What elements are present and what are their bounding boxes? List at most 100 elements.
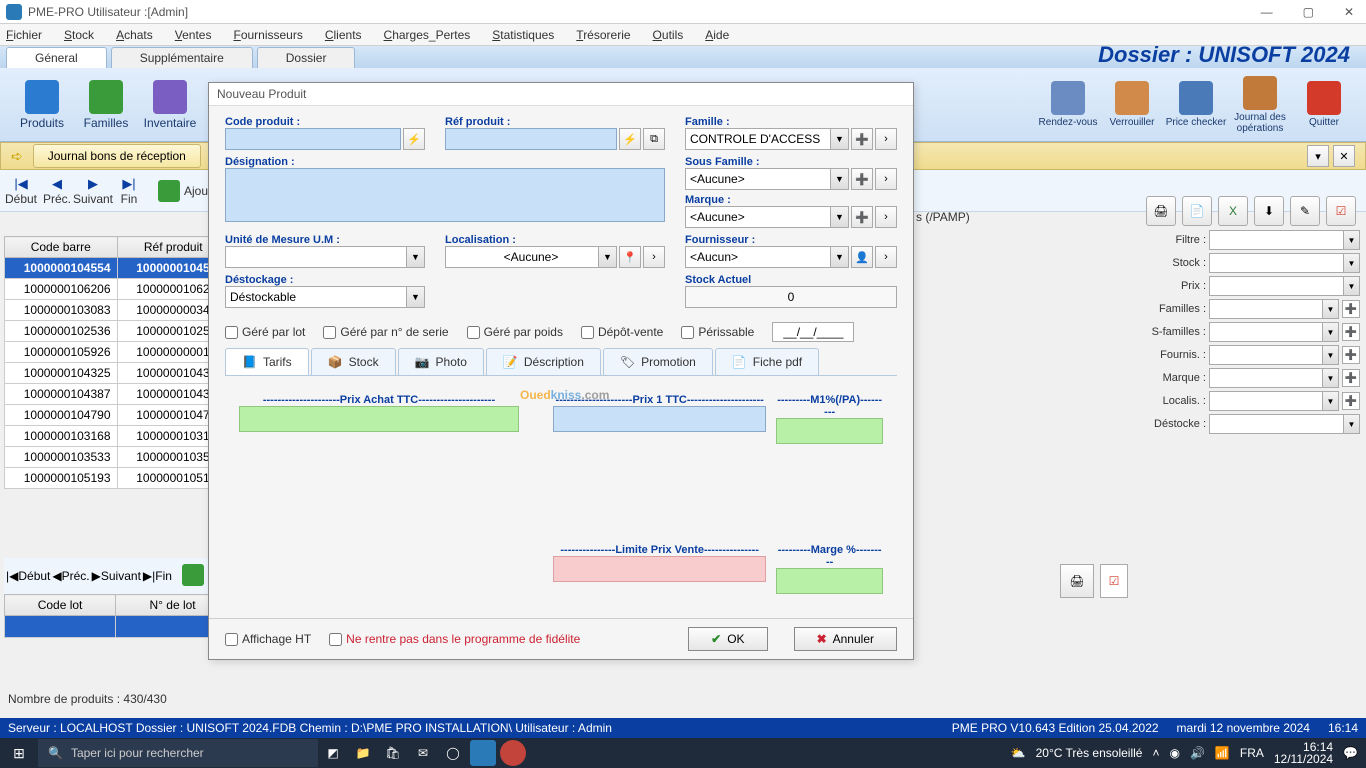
tab-promotion[interactable]: 🏷Promotion [603,348,713,375]
input-limite[interactable] [553,556,766,582]
tab-fiche pdf[interactable]: 📄Fiche pdf [715,348,819,375]
filter-extra-icon[interactable]: ➕ [1342,323,1360,341]
code-bolt-button[interactable]: ⚡ [403,128,425,150]
filter-extra-icon[interactable]: ➕ [1342,300,1360,318]
select-fournisseur[interactable]: <Aucun>▼ [685,246,849,268]
filter-select[interactable]: ▼ [1209,299,1339,319]
explorer-icon[interactable]: 📁 [350,740,376,766]
close-button[interactable]: ✕ [1338,5,1360,19]
table-row[interactable]: 10000001025361000000102536 [5,321,230,342]
tab-déscription[interactable]: 📝Déscription [486,348,601,375]
table-row[interactable]: 10000001043251000000104325 [5,363,230,384]
filter-select[interactable]: ▼ [1209,230,1360,250]
check-fidelite[interactable]: Ne rentre pas dans le programme de fidél… [329,632,580,646]
lotnav-suivant[interactable]: ▶Suivant [92,569,141,583]
filter-select[interactable]: ▼ [1209,276,1360,296]
table-row[interactable]: 10000001051931000000105193 [5,468,230,489]
ref-copy-button[interactable]: ⧉ [643,128,665,150]
toolbar-quitter[interactable]: Quitter [1292,81,1356,128]
input-code[interactable] [225,128,401,150]
brush-icon[interactable]: ✎ [1290,196,1320,226]
input-marge[interactable] [776,568,883,594]
check-g-r-par-lot[interactable]: Géré par lot [225,325,305,339]
toolbar-price-checker[interactable]: Price checker [1164,81,1228,128]
menu-statistiques[interactable]: Statistiques [492,28,554,42]
lotnav-préc[interactable]: ◀Préc. [52,569,89,583]
subbar-dropdown-button[interactable]: ▾ [1307,145,1329,167]
select-sousfamille[interactable]: <Aucune>▼ [685,168,849,190]
mail-icon[interactable]: ✉ [410,740,436,766]
menu-ventes[interactable]: Ventes [175,28,212,42]
tray-wifi-icon[interactable]: 📶 [1215,746,1230,760]
toolbar-familles[interactable]: Familles [74,80,138,130]
check-icon[interactable]: ☑ [1326,196,1356,226]
lot-row[interactable] [5,616,230,638]
filter-select[interactable]: ▼ [1209,391,1339,411]
toolbar-rendez-vous[interactable]: Rendez-vous [1036,81,1100,128]
filter-select[interactable]: ▼ [1209,345,1339,365]
marque-go-button[interactable]: › [875,206,897,228]
fournisseur-go-button[interactable]: › [875,246,897,268]
menu-aide[interactable]: Aide [705,28,729,42]
download-icon[interactable]: ⬇ [1254,196,1284,226]
nav-préc[interactable]: ◀Préc. [40,176,74,206]
select-localisation[interactable]: <Aucune>▼ [445,246,617,268]
col-codelot[interactable]: Code lot [5,595,116,616]
tray-viber-icon[interactable]: ◉ [1169,746,1179,760]
tray-lang[interactable]: FRA [1240,746,1264,760]
table-row[interactable]: 10000001031681000000103168 [5,426,230,447]
check-g-r-par-n-de-serie[interactable]: Géré par n° de serie [323,325,448,339]
input-ref[interactable] [445,128,617,150]
sousfamille-go-button[interactable]: › [875,168,897,190]
minimize-button[interactable]: — [1255,5,1279,19]
export-icon[interactable]: 📄 [1182,196,1212,226]
toolbar-verrouiller[interactable]: Verrouiller [1100,81,1164,128]
menu-clients[interactable]: Clients [325,28,362,42]
tab-general[interactable]: Géneral [6,47,107,68]
lot-add-button[interactable] [174,564,204,589]
maximize-button[interactable]: ▢ [1297,5,1320,19]
select-destockage[interactable]: Déstockable▼ [225,286,425,308]
famille-go-button[interactable]: › [875,128,897,150]
table-row[interactable]: 10000001035331000000103533 [5,447,230,468]
menu-achats[interactable]: Achats [116,28,153,42]
filter-extra-icon[interactable]: ➕ [1342,369,1360,387]
toolbar-produits[interactable]: Produits [10,80,74,130]
check-p-rissable[interactable]: Périssable [681,325,754,339]
select-famille[interactable]: CONTROLE D'ACCESS▼ [685,128,849,150]
lotnav-fin[interactable]: ▶|Fin [143,569,172,583]
tray-sound-icon[interactable]: 🔊 [1190,746,1205,760]
filter-select[interactable]: ▼ [1209,368,1339,388]
table-row[interactable]: 10000001062061000000106206 [5,279,230,300]
lot-check-icon[interactable]: ☑ [1100,564,1128,598]
print-icon[interactable]: 🖨 [1146,196,1176,226]
tab-dossier[interactable]: Dossier [257,47,356,68]
menu-outils[interactable]: Outils [653,28,684,42]
excel-icon[interactable]: X [1218,196,1248,226]
menu-charges_pertes[interactable]: Charges_Pertes [384,28,471,42]
nav-suivant[interactable]: ▶Suivant [76,176,110,206]
filter-select[interactable]: ▼ [1209,322,1339,342]
nav-début[interactable]: |◀Début [4,176,38,206]
app2-task-icon[interactable] [500,740,526,766]
col-codebarre[interactable]: Code barre [5,237,118,258]
task-view-icon[interactable]: ◩ [320,740,346,766]
start-button[interactable]: ⊞ [0,745,38,762]
ref-bolt-button[interactable]: ⚡ [619,128,641,150]
menu-stock[interactable]: Stock [64,28,94,42]
table-row[interactable]: 10000001030831000000003482 [5,300,230,321]
tab-supplementaire[interactable]: Supplémentaire [111,47,253,68]
toolbar-inventaire[interactable]: Inventaire [138,80,202,130]
weather-icon[interactable]: ⛅ [1011,746,1026,760]
table-row[interactable]: 10000001047901000000104790 [5,405,230,426]
famille-add-button[interactable]: ➕ [851,128,873,150]
select-marque[interactable]: <Aucune>▼ [685,206,849,228]
menu-fichier[interactable]: Fichier [6,28,42,42]
chrome-icon[interactable]: ◯ [440,740,466,766]
table-row[interactable]: 10000001045541000000104554 [5,258,230,279]
app-task-icon[interactable] [470,740,496,766]
menu-trésorerie[interactable]: Trésorerie [576,28,630,42]
input-designation[interactable] [225,168,665,222]
taskbar-search[interactable]: 🔍 Taper ici pour rechercher [38,739,318,767]
subbar-close-button[interactable]: ✕ [1333,145,1355,167]
